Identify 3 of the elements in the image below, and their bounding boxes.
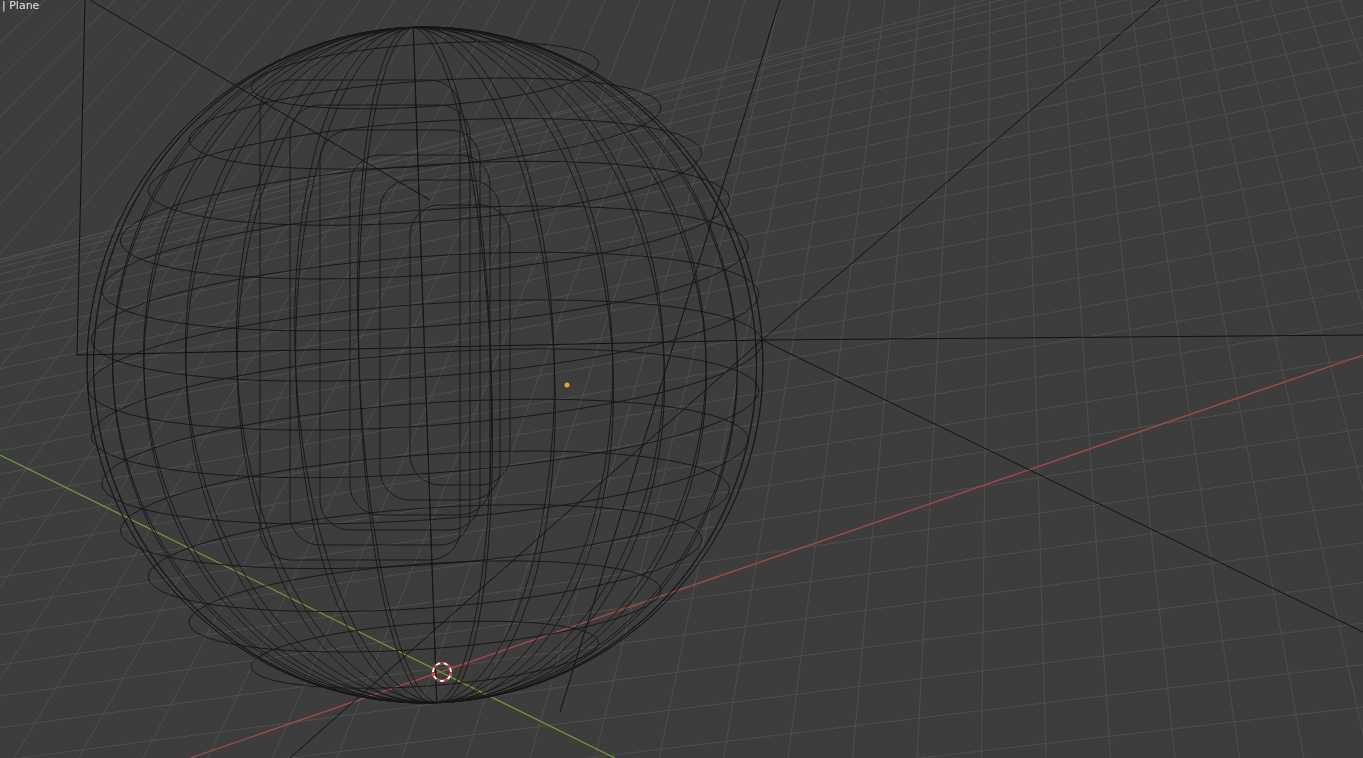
cursor-icon — [432, 662, 452, 682]
object-label: | Plane — [2, 0, 40, 12]
origin-dot — [564, 382, 570, 388]
